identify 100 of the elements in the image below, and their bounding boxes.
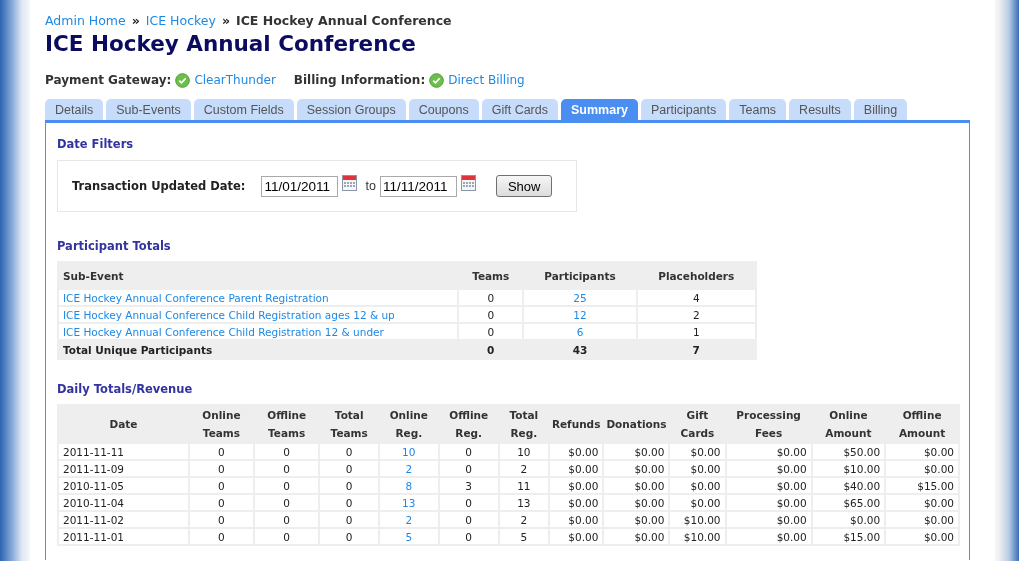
table-cell: 13 — [498, 494, 549, 511]
table-cell: 0 — [189, 477, 254, 494]
table-cell: $0.00 — [725, 443, 812, 460]
table-cell: 0 — [189, 494, 254, 511]
table-cell: $0.00 — [725, 460, 812, 477]
status-link[interactable]: ClearThunder — [194, 73, 276, 87]
column-header: Refunds — [548, 405, 604, 443]
tab[interactable]: Participants — [640, 99, 727, 120]
column-header: Offline Amount — [885, 405, 959, 443]
status-link[interactable]: Direct Billing — [448, 73, 525, 87]
table-cell: 2011-11-11 — [58, 443, 189, 460]
column-header: Total Teams — [319, 405, 379, 443]
tab[interactable]: Custom Fields — [193, 99, 294, 120]
table-link[interactable]: 10 — [402, 445, 416, 458]
tab[interactable]: Details — [45, 99, 104, 120]
column-header: Sub-Event — [58, 262, 458, 289]
table-cell: $0.00 — [548, 443, 604, 460]
column-header: Online Reg. — [379, 405, 439, 443]
tab[interactable]: Results — [789, 99, 851, 120]
table-cell: 2 — [636, 306, 756, 323]
section-heading: Daily Totals/Revenue — [57, 382, 194, 396]
table-cell: 0 — [319, 443, 379, 460]
calendar-icon[interactable] — [342, 175, 358, 191]
table-cell: 0 — [438, 511, 499, 528]
table-cell: $0.00 — [885, 443, 959, 460]
show-button[interactable]: Show — [495, 175, 553, 197]
column-header: Online Amount — [811, 405, 886, 443]
table-cell: 0 — [253, 494, 320, 511]
table-cell: $0.00 — [885, 494, 959, 511]
table-cell: 0 — [458, 289, 524, 306]
table-cell: 0 — [438, 460, 499, 477]
table-cell: $40.00 — [811, 477, 886, 494]
date-field[interactable]: 11/11/2011 — [379, 175, 457, 197]
table-cell: $0.00 — [725, 477, 812, 494]
table-cell: $0.00 — [603, 460, 670, 477]
table-cell: $0.00 — [669, 443, 726, 460]
table-cell: 11 — [498, 477, 549, 494]
table-cell: $0.00 — [669, 477, 726, 494]
table-cell: $0.00 — [603, 494, 670, 511]
table-cell: $0.00 — [725, 528, 812, 545]
column-header: Offline Reg. — [438, 405, 499, 443]
column-header: Teams — [458, 262, 524, 289]
table-cell: 10 — [498, 443, 549, 460]
calendar-icon[interactable] — [460, 175, 476, 191]
table-cell: 0 — [438, 494, 499, 511]
column-header: Donations — [603, 405, 670, 443]
table-cell: 0 — [319, 528, 379, 545]
tab[interactable]: Teams — [729, 99, 787, 120]
table-cell: 0 — [458, 306, 524, 323]
tab[interactable]: Session Groups — [296, 99, 406, 120]
table-cell: 0 — [189, 443, 254, 460]
tab[interactable]: Coupons — [408, 99, 479, 120]
table-link[interactable]: 2 — [405, 513, 413, 526]
to-label: to — [365, 179, 376, 193]
breadcrumb-current: ICE Hockey Annual Conference — [236, 13, 452, 28]
table-cell: 0 — [319, 460, 379, 477]
breadcrumb-link[interactable]: ICE Hockey — [145, 13, 216, 28]
table-cell: 0 — [319, 494, 379, 511]
status-label: Billing Information: — [293, 73, 426, 87]
table-cell: $0.00 — [669, 494, 726, 511]
filter-label: Transaction Updated Date: — [72, 179, 246, 193]
section-heading: Participant Totals — [57, 239, 172, 253]
table-cell: 2 — [498, 460, 549, 477]
table-cell: 0 — [319, 511, 379, 528]
table-cell: 4 — [636, 289, 756, 306]
breadcrumb-separator: » — [131, 13, 140, 28]
table-cell: $0.00 — [603, 528, 670, 545]
status-label: Payment Gateway: — [45, 73, 172, 87]
table-cell: 0 — [438, 528, 499, 545]
table-cell: 5 — [498, 528, 549, 545]
tab[interactable]: Billing — [853, 99, 908, 120]
table-cell: 0 — [253, 528, 320, 545]
table-link[interactable]: 12 — [573, 308, 587, 321]
table-cell: $0.00 — [725, 494, 812, 511]
tab[interactable]: Summary — [561, 99, 638, 120]
table-link[interactable]: 6 — [576, 325, 584, 338]
table-cell: 0 — [319, 477, 379, 494]
table-link[interactable]: 2 — [405, 462, 413, 475]
table-cell: $10.00 — [811, 460, 886, 477]
table-cell: $0.00 — [548, 460, 604, 477]
table-cell: 2011-11-09 — [58, 460, 189, 477]
table-cell: $65.00 — [811, 494, 886, 511]
column-header: Date — [58, 405, 189, 443]
table-link[interactable]: 13 — [402, 496, 416, 509]
date-field[interactable]: 11/01/2011 — [261, 175, 339, 197]
tab[interactable]: Sub-Events — [106, 99, 191, 120]
table-link[interactable]: 8 — [405, 479, 413, 492]
table-cell: 2011-11-02 — [58, 511, 189, 528]
table-cell: $10.00 — [669, 511, 726, 528]
table-cell: $0.00 — [603, 477, 670, 494]
table-cell: $0.00 — [603, 511, 670, 528]
table-cell: $10.00 — [669, 528, 726, 545]
table-cell: 0 — [253, 477, 320, 494]
table-link[interactable]: 25 — [573, 291, 587, 304]
table-cell: 0 — [189, 460, 254, 477]
table-cell: $15.00 — [811, 528, 886, 545]
breadcrumb-link[interactable]: Admin Home — [45, 13, 126, 28]
table-cell: $0.00 — [725, 511, 812, 528]
tab[interactable]: Gift Cards — [481, 99, 558, 120]
table-link[interactable]: 5 — [405, 530, 413, 543]
